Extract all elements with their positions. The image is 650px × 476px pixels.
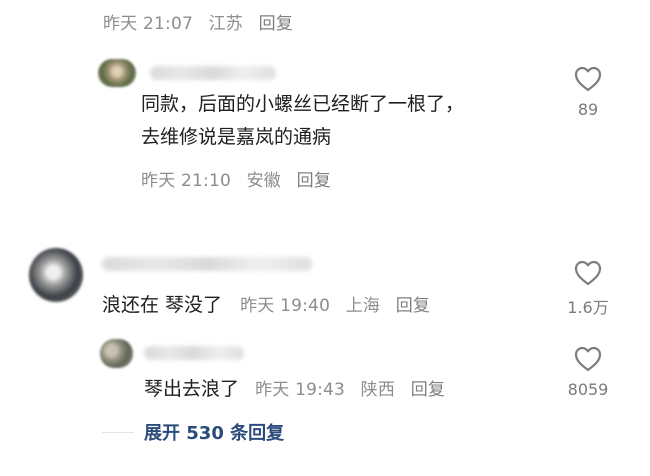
comment-1-like-count: 89 [577,100,599,119]
comment-2-reply-button[interactable]: 回复 [396,296,430,316]
comment-3-meta: 昨天 19:43 陕西 回复 [255,380,455,400]
comment-2-time: 昨天 19:40 [240,296,331,316]
comment-3-location: 陕西 [360,380,396,400]
comment-1-location: 安徽 [246,171,282,191]
username-blur[interactable] [150,66,276,80]
expand-replies-link[interactable]: 展开 530 条回复 [144,419,284,445]
comment-2-like-count: 1.6万 [567,298,609,317]
comment-2-location: 上海 [345,296,381,316]
comment-3-like[interactable]: 8059 [556,345,620,399]
heart-outline-icon[interactable] [573,345,603,373]
comment-2-like[interactable]: 1.6万 [556,259,620,318]
username-blur[interactable] [102,257,312,271]
comment-3-reply-button[interactable]: 回复 [411,380,445,400]
top-meta-location: 江苏 [208,14,244,34]
comment-1-line-2: 去维修说是嘉岚的通病 [141,126,332,148]
comment-1-reply-button[interactable]: 回复 [297,171,331,191]
heart-outline-icon[interactable] [573,259,603,287]
comment-1-like[interactable]: 89 [556,65,620,119]
heart-outline-icon[interactable] [573,65,603,93]
avatar[interactable] [100,339,133,368]
username-blur[interactable] [144,346,244,360]
avatar[interactable] [29,248,83,302]
comment-3-time: 昨天 19:43 [255,380,346,400]
top-meta: 昨天 21:07 江苏 回复 [103,9,303,34]
avatar[interactable] [98,59,136,87]
top-reply-button[interactable]: 回复 [259,14,293,34]
comment-1-line-1: 同款，后面的小螺丝已经断了一根了， [141,93,465,115]
comment-2-row: 浪还在 琴没了 昨天 19:40 上海 回复 [102,289,440,323]
comment-3-like-count: 8059 [567,380,609,399]
top-meta-time: 昨天 21:07 [103,14,193,34]
comment-3-text: 琴出去浪了 [144,378,240,400]
comment-1-text: 同款，后面的小螺丝已经断了一根了， 去维修说是嘉岚的通病 [141,88,464,154]
expand-divider [102,432,134,433]
comment-2-meta: 昨天 19:40 上海 回复 [240,296,440,316]
comment-3-row: 琴出去浪了 昨天 19:43 陕西 回复 [144,373,455,407]
comment-1-time: 昨天 21:10 [141,171,231,191]
comment-2-text: 浪还在 琴没了 [102,294,223,316]
comment-1-meta: 昨天 21:10 安徽 回复 [141,166,341,191]
